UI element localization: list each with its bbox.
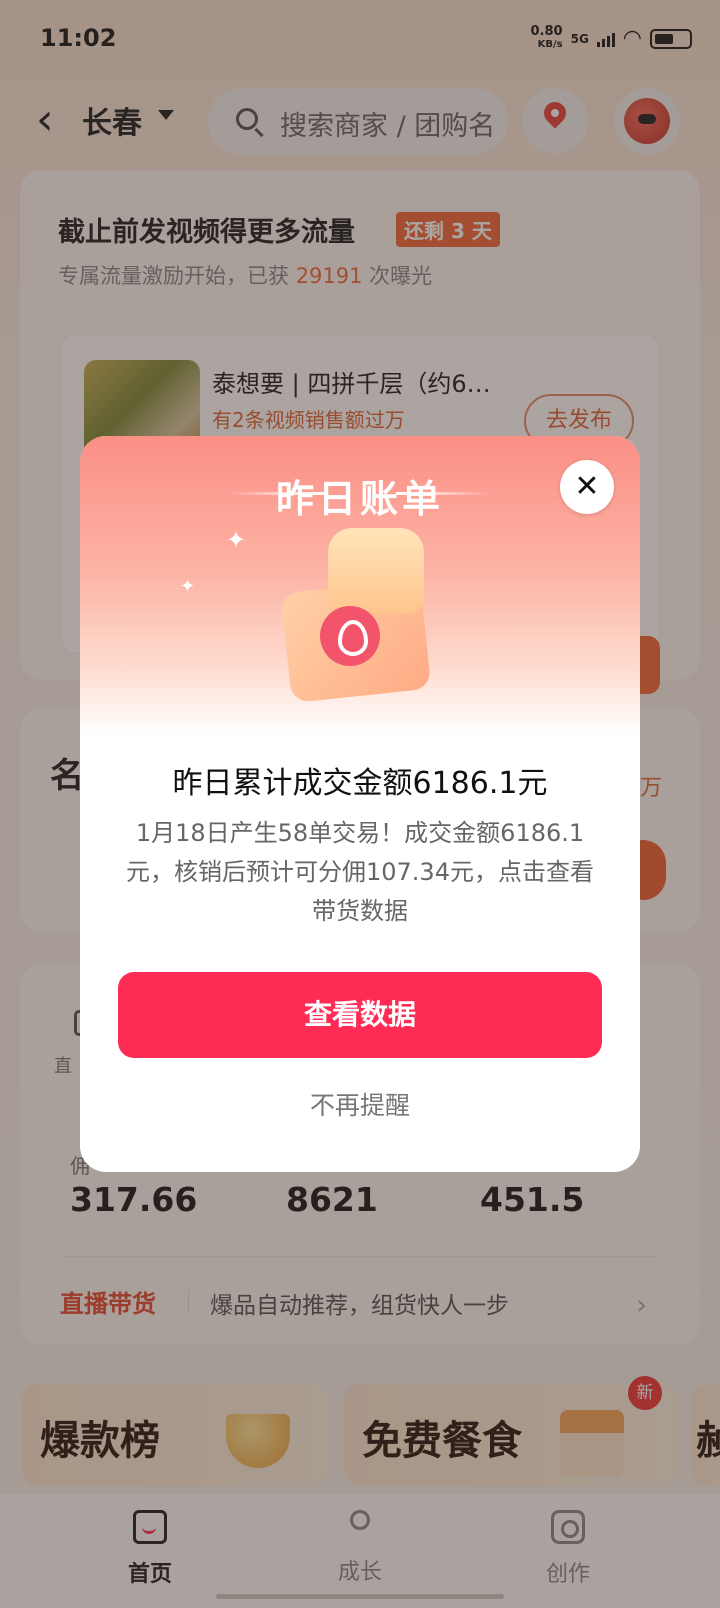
sparkle-icon: ✦: [226, 526, 247, 554]
view-data-button[interactable]: 查看数据: [118, 972, 602, 1058]
sparkle-icon: ✦: [180, 576, 196, 597]
flame-icon: [320, 606, 380, 666]
dont-remind-link[interactable]: 不再提醒: [80, 1086, 640, 1122]
bill-modal: 昨日账单 ✕ ✦ ✦ 昨日累计成交金额6186.1元 1月18日产生58单交易！…: [80, 436, 640, 1172]
close-icon[interactable]: ✕: [560, 460, 614, 514]
modal-headline: 昨日累计成交金额6186.1元: [172, 766, 548, 801]
modal-description: 1月18日产生58单交易！成交金额6186.1元，核销后预计可分佣107.34元…: [126, 819, 594, 925]
fist-illustration: [328, 528, 424, 614]
modal-title: 昨日账单: [275, 477, 444, 521]
